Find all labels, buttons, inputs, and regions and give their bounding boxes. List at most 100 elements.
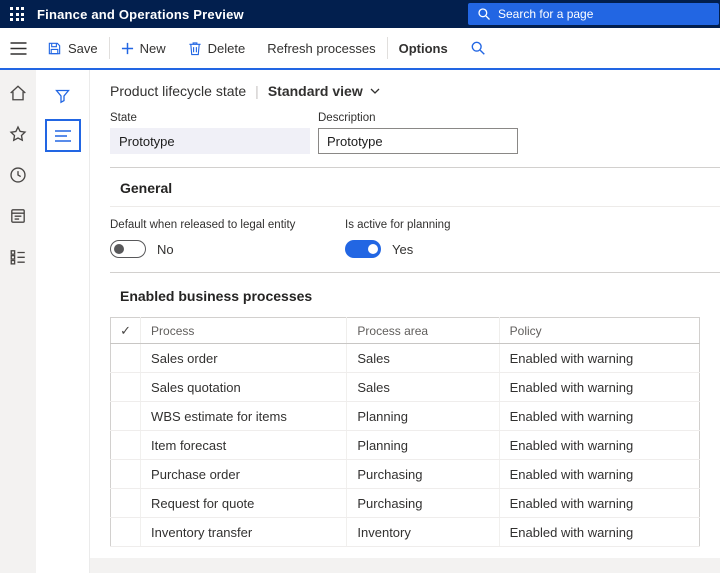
process-area-cell[interactable]: Sales	[347, 373, 499, 402]
process-area-cell[interactable]: Purchasing	[347, 460, 499, 489]
table-row[interactable]: Request for quote Purchasing Enabled wit…	[111, 489, 700, 518]
process-cell[interactable]: WBS estimate for items	[141, 402, 347, 431]
view-selector[interactable]: Standard view	[268, 83, 380, 99]
funnel-icon	[54, 88, 71, 104]
default-legal-entity-field: Default when released to legal entity No	[110, 219, 345, 258]
row-select-cell[interactable]	[111, 344, 141, 373]
header-fields: State Description	[110, 112, 720, 154]
plus-icon	[121, 42, 134, 55]
options-label: Options	[399, 41, 448, 56]
home-button[interactable]	[8, 83, 28, 103]
policy-cell[interactable]: Enabled with warning	[499, 373, 699, 402]
view-selector-label: Standard view	[268, 83, 363, 99]
main-area: Product lifecycle state | Standard view …	[0, 70, 720, 573]
active-for-planning-value: Yes	[392, 242, 413, 257]
row-select-cell[interactable]	[111, 373, 141, 402]
nav-sidebar	[0, 70, 36, 573]
workspaces-button[interactable]	[8, 206, 28, 226]
search-placeholder: Search for a page	[498, 7, 593, 21]
search-icon	[477, 7, 491, 21]
process-area-cell[interactable]: Purchasing	[347, 489, 499, 518]
description-label: Description	[318, 112, 518, 124]
nav-menu-button[interactable]	[0, 28, 36, 68]
row-select-cell[interactable]	[111, 489, 141, 518]
header-separator: |	[255, 83, 259, 99]
table-row[interactable]: Inventory transfer Inventory Enabled wit…	[111, 518, 700, 547]
new-button[interactable]: New	[110, 28, 177, 68]
policy-cell[interactable]: Enabled with warning	[499, 344, 699, 373]
description-input[interactable]	[318, 128, 518, 154]
process-area-cell[interactable]: Planning	[347, 402, 499, 431]
app-title: Finance and Operations Preview	[37, 7, 244, 22]
delete-button[interactable]: Delete	[177, 28, 257, 68]
refresh-processes-label: Refresh processes	[267, 41, 375, 56]
toggle-knob	[368, 244, 378, 254]
general-section: General Default when released to legal e…	[110, 167, 720, 273]
recent-button[interactable]	[8, 165, 28, 185]
table-row[interactable]: Item forecast Planning Enabled with warn…	[111, 431, 700, 460]
options-button[interactable]: Options	[388, 28, 459, 68]
row-select-cell[interactable]	[111, 402, 141, 431]
home-icon	[9, 84, 27, 102]
app-launcher-button[interactable]	[0, 0, 34, 28]
row-select-cell[interactable]	[111, 460, 141, 489]
state-input[interactable]	[110, 128, 310, 154]
policy-column-header[interactable]: Policy	[499, 318, 699, 344]
list-view-button-selected[interactable]	[45, 119, 81, 152]
table-row[interactable]: Purchase order Purchasing Enabled with w…	[111, 460, 700, 489]
top-navbar: Finance and Operations Preview Search fo…	[0, 0, 720, 28]
active-for-planning-toggle[interactable]	[345, 240, 381, 258]
table-row[interactable]: WBS estimate for items Planning Enabled …	[111, 402, 700, 431]
process-area-cell[interactable]: Inventory	[347, 518, 499, 547]
save-label: Save	[68, 41, 98, 56]
list-lines-icon	[54, 129, 72, 143]
page-title: Product lifecycle state	[110, 83, 246, 99]
save-icon	[47, 41, 62, 56]
form-window-icon	[9, 207, 27, 225]
waffle-icon	[10, 7, 24, 21]
save-button[interactable]: Save	[36, 28, 109, 68]
process-column-header[interactable]: Process	[141, 318, 347, 344]
toolbar-search-button[interactable]	[459, 28, 497, 68]
refresh-processes-button[interactable]: Refresh processes	[256, 28, 386, 68]
page-search-box[interactable]: Search for a page	[468, 3, 719, 25]
processes-section: Enabled business processes ✓ Process Pro…	[110, 273, 720, 547]
row-select-cell[interactable]	[111, 518, 141, 547]
process-cell[interactable]: Request for quote	[141, 489, 347, 518]
delete-label: Delete	[208, 41, 246, 56]
state-label: State	[110, 112, 310, 124]
select-all-column-header[interactable]: ✓	[111, 318, 141, 344]
page-header: Product lifecycle state | Standard view	[110, 83, 720, 99]
row-select-cell[interactable]	[111, 431, 141, 460]
process-cell[interactable]: Sales order	[141, 344, 347, 373]
modules-button[interactable]	[8, 247, 28, 267]
process-cell[interactable]: Purchase order	[141, 460, 347, 489]
toggle-knob	[114, 244, 124, 254]
new-label: New	[140, 41, 166, 56]
process-area-cell[interactable]: Planning	[347, 431, 499, 460]
page-content: Product lifecycle state | Standard view …	[90, 70, 720, 573]
star-icon	[9, 125, 27, 143]
process-area-column-header[interactable]: Process area	[347, 318, 499, 344]
filter-button[interactable]	[46, 82, 80, 110]
process-area-cell[interactable]: Sales	[347, 344, 499, 373]
processes-section-header[interactable]: Enabled business processes	[110, 273, 720, 317]
favorites-button[interactable]	[8, 124, 28, 144]
policy-cell[interactable]: Enabled with warning	[499, 518, 699, 547]
policy-cell[interactable]: Enabled with warning	[499, 489, 699, 518]
process-cell[interactable]: Sales quotation	[141, 373, 347, 402]
process-table-body: Sales order Sales Enabled with warning S…	[111, 344, 700, 547]
policy-cell[interactable]: Enabled with warning	[499, 431, 699, 460]
default-legal-entity-value: No	[157, 242, 174, 257]
policy-cell[interactable]: Enabled with warning	[499, 460, 699, 489]
process-cell[interactable]: Inventory transfer	[141, 518, 347, 547]
bottom-scrollbar-track[interactable]	[90, 558, 720, 573]
process-cell[interactable]: Item forecast	[141, 431, 347, 460]
active-for-planning-label: Is active for planning	[345, 219, 580, 231]
policy-cell[interactable]: Enabled with warning	[499, 402, 699, 431]
table-row[interactable]: Sales order Sales Enabled with warning	[111, 344, 700, 373]
table-row[interactable]: Sales quotation Sales Enabled with warni…	[111, 373, 700, 402]
process-table: ✓ Process Process area Policy Sales orde…	[110, 317, 700, 547]
general-section-header[interactable]: General	[110, 168, 720, 207]
default-legal-entity-toggle[interactable]	[110, 240, 146, 258]
